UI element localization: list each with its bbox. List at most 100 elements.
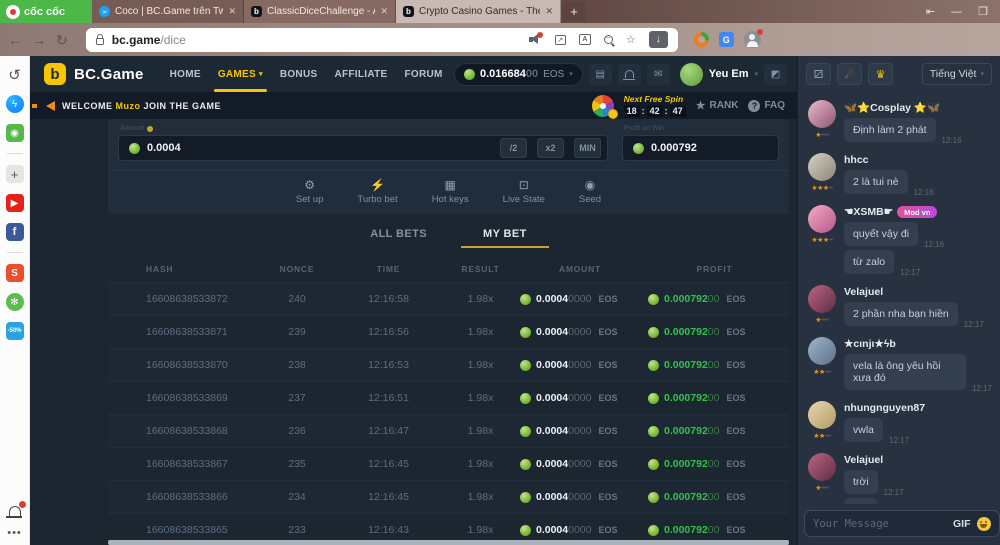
table-row[interactable]: 16608638533869 237 12:16:51 1.98x 0.0004… [108,381,789,414]
tool-button[interactable]: ⊡Live State [503,179,545,205]
browser-profile-avatar[interactable] [744,31,761,48]
language-selector[interactable]: Tiếng Việt▾ [922,63,992,85]
amount-input[interactable]: 0.0004 /2 x2 MIN [118,135,608,161]
shopee-icon[interactable]: S [6,264,24,282]
translate-icon[interactable]: A [579,34,591,45]
tab-all-bets[interactable]: ALL BETS [370,228,427,248]
zoom-out-icon[interactable] [604,35,613,44]
browser-tab-twitter[interactable]: ➢ Coco | BC.Game trên Twitter: ✕ [92,0,244,23]
browser-tab-active[interactable]: b Crypto Casino Games - The 8 ✕ [396,0,561,23]
free-spin-widget[interactable]: Next Free Spin 18:42:47 [624,94,686,117]
bet-hash[interactable]: 16608638533866 [108,491,258,503]
tool-button[interactable]: ⚡Turbo bet [357,179,397,205]
table-row[interactable]: 16608638533866 234 12:16:45 1.98x 0.0004… [108,480,789,513]
profit-value[interactable]: 0.000792 [651,142,772,154]
avatar[interactable] [808,205,836,233]
chat-username[interactable]: nhungnguyen87 [844,402,992,414]
bet-hash[interactable]: 16608638533869 [108,392,258,404]
share-icon[interactable]: ↗ [555,35,566,45]
emoji-button[interactable] [977,517,991,531]
facebook-icon[interactable]: f [6,223,24,241]
bet-hash[interactable]: 16608638533870 [108,359,258,371]
min-bet-button[interactable]: MIN [574,138,601,158]
tab-close-icon[interactable]: ✕ [228,6,236,17]
chat-username[interactable]: ★cιnjι★ϟb [844,338,992,350]
table-row[interactable]: 16608638533872 240 12:16:58 1.98x 0.0004… [108,282,789,315]
youtube-icon[interactable]: ▶ [6,194,24,212]
coccoc-brand[interactable]: cốc cốc [0,0,92,23]
gif-button[interactable]: GIF [953,518,971,530]
username[interactable]: Yeu Em [709,68,749,80]
download-icon[interactable]: ↓ [649,31,668,48]
chat-username[interactable]: Velajuel [844,286,992,298]
messages-button[interactable]: ✉ [647,64,670,85]
table-row[interactable]: 16608638533871 239 12:16:56 1.98x 0.0004… [108,315,789,348]
half-bet-button[interactable]: /2 [500,138,527,158]
nav-item[interactable]: GAMES▾ [218,56,263,92]
url-text[interactable]: bc.game/dice [112,33,521,47]
fireball-icon[interactable]: ☄ [837,63,862,85]
chat-input-box[interactable]: GIF [804,510,1000,537]
deal-badge-icon[interactable]: -50% [6,322,24,340]
forward-button[interactable]: → [32,33,46,47]
chat-messages[interactable]: ★•••• 🦋⭐Cosplay ⭐🦋 Định làm 2 phát 12:16 [798,92,1000,504]
nav-item[interactable]: HOME [170,56,201,92]
tab-my-bet[interactable]: MY BET [483,228,527,248]
tab-close-icon[interactable]: ✕ [545,6,553,17]
rail-more-button[interactable]: ••• [7,527,22,539]
promo-icon[interactable]: ✻ [6,293,24,311]
restore-icon[interactable]: ❐ [978,5,988,18]
bet-hash[interactable]: 16608638533867 [108,458,258,470]
address-bar[interactable]: bc.game/dice ↗ A ☆ ↓ [86,28,678,52]
nav-item[interactable]: FORUM [405,56,443,92]
profit-input[interactable]: 0.000792 [622,135,779,161]
nav-item[interactable]: AFFILIATE [334,56,387,92]
chat-username[interactable]: hhcc [844,154,992,166]
notification-bell-icon[interactable] [9,506,21,516]
lock-icon[interactable] [96,38,104,45]
minimize-icon[interactable]: — [951,6,962,18]
add-shortcut-button[interactable]: + [6,165,24,183]
rank-link[interactable]: ★RANK [696,99,739,112]
bcgame-logo-icon[interactable]: b [44,63,66,85]
chat-message-input[interactable] [813,518,947,530]
avatar[interactable] [808,337,836,365]
chat-username[interactable]: Velajuel [844,454,992,466]
notifications-button[interactable] [618,64,641,85]
tab-close-icon[interactable]: ✕ [380,6,388,17]
avatar[interactable] [808,453,836,481]
tool-button[interactable]: ▦Hot keys [432,179,469,205]
bookmark-star-icon[interactable]: ☆ [626,33,636,46]
chat-collapse-button[interactable]: ◩ [764,64,787,85]
new-tab-button[interactable]: + [563,2,585,21]
tool-button[interactable]: ⚙Set up [296,179,323,205]
contest-icon[interactable]: ⚂ [806,63,831,85]
bet-hash[interactable]: 16608638533872 [108,293,258,305]
avatar[interactable] [808,153,836,181]
adblock-extension-icon[interactable] [694,32,709,47]
bcgame-logo-text[interactable]: BC.Game [74,66,144,83]
table-row[interactable]: 16608638533868 236 12:16:47 1.98x 0.0004… [108,414,789,447]
games-icon[interactable]: ◉ [6,124,24,142]
avatar[interactable] [808,285,836,313]
balance-selector[interactable]: 0.01668400 EOS ▾ [454,63,583,86]
back-button[interactable]: ← [8,33,22,47]
trophy-icon[interactable]: ♛ [868,63,893,85]
double-bet-button[interactable]: x2 [537,138,564,158]
messenger-icon[interactable]: ϟ [6,95,24,113]
user-avatar[interactable] [680,63,703,86]
bet-hash[interactable]: 16608638533871 [108,326,258,338]
faq-link[interactable]: ?FAQ [748,100,785,112]
spin-wheel-icon[interactable] [592,95,614,117]
table-row[interactable]: 16608638533867 235 12:16:45 1.98x 0.0004… [108,447,789,480]
browser-tab-dicechallenge[interactable]: b ClassicDiceChallenge - An ✕ [244,0,396,23]
translate-extension-icon[interactable]: G [719,32,734,47]
bet-hash[interactable]: 16608638533868 [108,425,258,437]
table-row[interactable]: 16608638533870 238 12:16:53 1.98x 0.0004… [108,348,789,381]
tool-button[interactable]: ◉Seed [579,179,601,205]
history-icon[interactable]: ↺ [6,66,24,84]
avatar[interactable] [808,401,836,429]
amount-value[interactable]: 0.0004 [147,142,490,154]
avatar[interactable] [808,100,836,128]
pin-window-icon[interactable]: ⇤ [926,5,935,18]
